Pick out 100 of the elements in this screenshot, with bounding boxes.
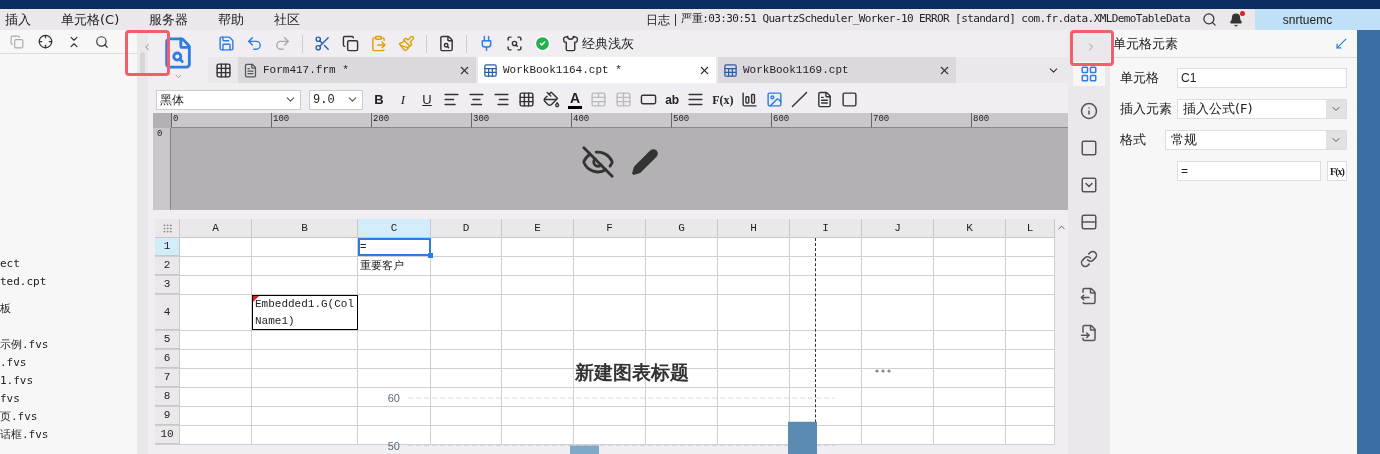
- align-right-icon[interactable]: [493, 91, 510, 108]
- column-header[interactable]: I: [790, 219, 862, 238]
- menu-item[interactable]: 社区: [274, 9, 301, 30]
- size-select[interactable]: 9.0: [309, 89, 363, 110]
- file-tab[interactable]: WorkBook1164.cpt *: [478, 57, 716, 83]
- paragraph-icon[interactable]: [687, 91, 705, 108]
- select-field[interactable]: 常规: [1165, 130, 1347, 150]
- row-header[interactable]: 7: [155, 369, 180, 387]
- row-header[interactable]: 9: [155, 407, 180, 425]
- search-icon[interactable]: [95, 34, 109, 49]
- file-item[interactable]: 页.fvs: [0, 408, 137, 426]
- file-tab[interactable]: Form417.frm *: [238, 57, 476, 83]
- pencil-icon[interactable]: [630, 148, 659, 176]
- ruler-mark: 600: [771, 113, 871, 127]
- shirt-icon: [562, 35, 579, 52]
- side-tab[interactable]: [1073, 62, 1105, 86]
- spreadsheet-icon: [483, 62, 498, 78]
- column-header[interactable]: L: [1006, 219, 1055, 238]
- underline-button[interactable]: U: [419, 89, 435, 110]
- column-header[interactable]: E: [502, 219, 574, 238]
- form-icon: [243, 62, 258, 78]
- column-header[interactable]: H: [718, 219, 790, 238]
- slash-icon[interactable]: [791, 91, 809, 108]
- file-item[interactable]: 示例.fvs: [0, 336, 137, 354]
- file-item[interactable]: 话框.fvs: [0, 426, 137, 444]
- label-button[interactable]: ab: [665, 90, 680, 109]
- row-header[interactable]: 6: [155, 350, 180, 368]
- theme-button[interactable]: 经典浅灰: [562, 33, 634, 54]
- bar: [788, 421, 817, 454]
- row-header[interactable]: 5: [155, 331, 180, 349]
- add-sheet-icon[interactable]: [214, 61, 232, 79]
- row-header[interactable]: 2: [155, 257, 180, 275]
- table-cell[interactable]: 重要客户: [358, 257, 431, 275]
- log-link[interactable]: 日志: [646, 10, 671, 29]
- menu-item[interactable]: 插入: [5, 9, 31, 30]
- square-icon[interactable]: [841, 91, 859, 108]
- row-header[interactable]: 4: [155, 295, 180, 330]
- menu-item[interactable]: 单元格(C): [61, 9, 120, 30]
- column-header[interactable]: G: [646, 219, 718, 238]
- menu-item[interactable]: 服务器: [149, 9, 189, 30]
- column-header[interactable]: K: [934, 219, 1006, 238]
- tab-label: WorkBook1169.cpt: [743, 62, 849, 78]
- select-field[interactable]: 插入公式(F): [1177, 99, 1347, 119]
- chart-icon[interactable]: [741, 91, 759, 108]
- formula-editor-button[interactable]: F(x): [1327, 161, 1347, 181]
- eye-off-icon[interactable]: [580, 145, 615, 179]
- image-icon[interactable]: [766, 91, 784, 108]
- cut-icon[interactable]: [314, 35, 331, 52]
- fill-handle[interactable]: [428, 253, 433, 258]
- file-item[interactable]: ted.cpt: [0, 273, 137, 291]
- file-item[interactable]: fvs: [0, 390, 137, 408]
- font-select[interactable]: 黑体: [156, 89, 301, 110]
- row-header[interactable]: 3: [155, 276, 180, 294]
- input-field[interactable]: C1: [1177, 68, 1347, 88]
- column-header[interactable]: D: [431, 219, 502, 238]
- bold-button[interactable]: B: [371, 89, 387, 110]
- column-header[interactable]: C: [358, 219, 431, 238]
- row-header[interactable]: 10: [155, 426, 180, 444]
- formula-field[interactable]: =: [1177, 161, 1321, 181]
- square-icon: [1080, 139, 1098, 157]
- column-header[interactable]: J: [862, 219, 934, 238]
- table-cell[interactable]: =: [358, 238, 431, 256]
- rows-icon: [1080, 213, 1098, 231]
- column-header[interactable]: F: [574, 219, 646, 238]
- undo-icon[interactable]: [246, 35, 263, 52]
- arrow-icon[interactable]: [1334, 36, 1349, 51]
- font-color-button[interactable]: A: [568, 90, 583, 109]
- file-item[interactable]: .fvs: [0, 354, 137, 372]
- column-header[interactable]: B: [252, 219, 358, 238]
- table-cell[interactable]: Embedded1.G(ColName1): [252, 295, 358, 330]
- align-left-icon[interactable]: [443, 91, 460, 108]
- formula-button[interactable]: F(x): [712, 90, 734, 109]
- panel-scrollbar[interactable]: [137, 30, 148, 454]
- tab-label: Form417.frm *: [263, 62, 349, 78]
- fill-color-icon[interactable]: [543, 91, 560, 108]
- bell-icon[interactable]: [1229, 12, 1243, 27]
- menu-item[interactable]: 帮助: [218, 9, 245, 30]
- file-item[interactable]: ect: [0, 255, 137, 273]
- merge-cells-icon[interactable]: [590, 91, 608, 108]
- italic-button[interactable]: I: [395, 89, 411, 110]
- file-tab[interactable]: WorkBook1169.cpt: [718, 57, 956, 83]
- collapse-icon[interactable]: [67, 34, 81, 49]
- user-name[interactable]: snrtuemc: [1255, 9, 1380, 30]
- border-icon[interactable]: [518, 91, 535, 108]
- check-icon[interactable]: [534, 35, 551, 52]
- tab-label: WorkBook1164.cpt *: [503, 62, 622, 78]
- file-item[interactable]: 1.fvs: [0, 372, 137, 390]
- row-header[interactable]: 8: [155, 388, 180, 406]
- preview-icon[interactable]: [506, 35, 523, 52]
- search-icon[interactable]: [1202, 12, 1217, 27]
- column-header[interactable]: A: [180, 219, 252, 238]
- file-item[interactable]: 板: [0, 300, 137, 318]
- crosshair-icon[interactable]: [38, 34, 53, 49]
- save-icon[interactable]: [218, 35, 235, 52]
- align-center-icon[interactable]: [468, 91, 485, 108]
- text-search-icon[interactable]: [438, 35, 455, 52]
- more-icon[interactable]: [875, 369, 891, 373]
- row-header[interactable]: 1: [155, 238, 180, 256]
- copy-icon[interactable]: [342, 35, 359, 52]
- document-icon[interactable]: [816, 91, 834, 108]
